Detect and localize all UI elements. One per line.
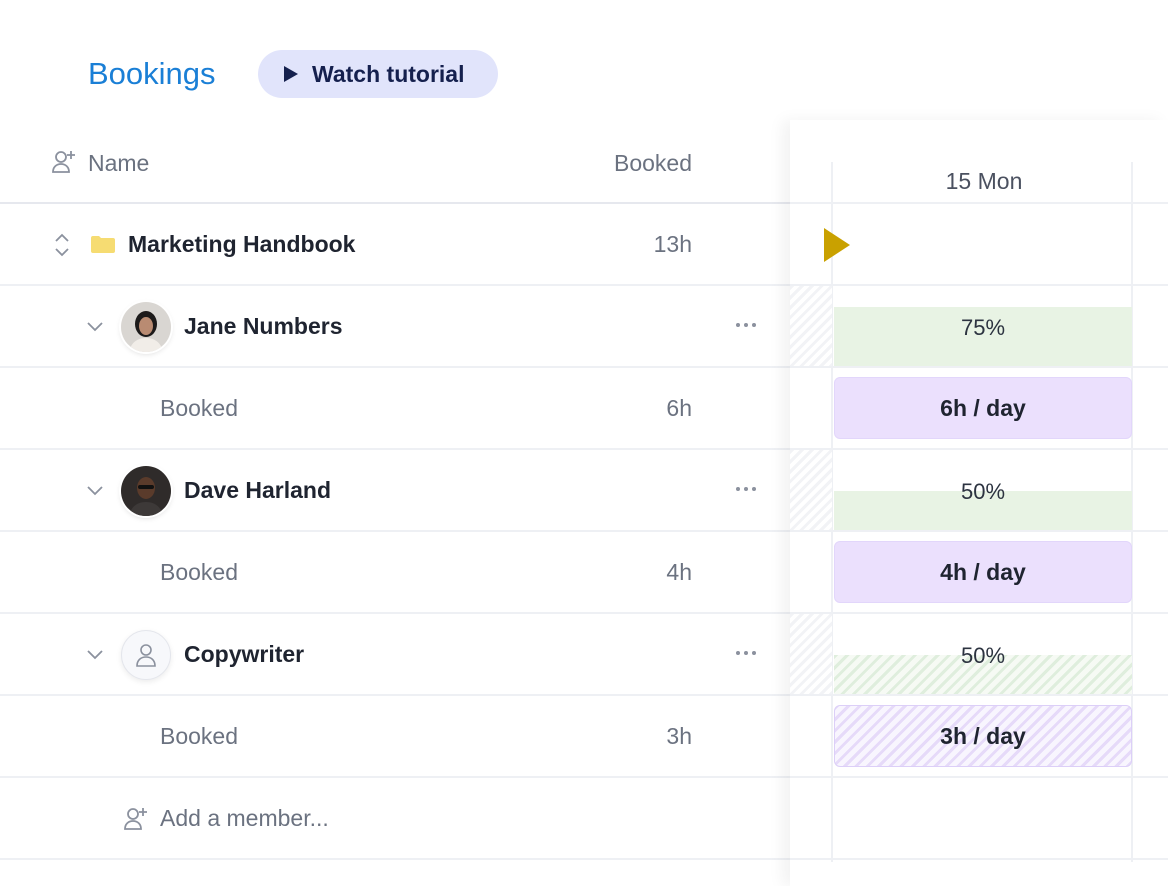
project-start-flag-icon[interactable] bbox=[824, 228, 850, 262]
booked-label: Booked bbox=[160, 723, 239, 749]
timeline-divider bbox=[790, 366, 1168, 368]
booked-column-header[interactable]: Booked bbox=[614, 150, 692, 177]
folder-icon bbox=[90, 234, 116, 259]
watch-tutorial-label: Watch tutorial bbox=[312, 60, 465, 87]
timeline-divider bbox=[790, 612, 1168, 614]
member-row[interactable]: Jane Numbers bbox=[0, 286, 790, 368]
project-hours: 13h bbox=[653, 231, 692, 257]
member-name[interactable]: Jane Numbers bbox=[184, 286, 343, 366]
bookings-table: Name Booked Marketing Handbook 13h Jane … bbox=[0, 120, 790, 886]
project-row[interactable]: Marketing Handbook 13h bbox=[0, 204, 790, 286]
person-icon bbox=[136, 644, 156, 667]
timeline: 15 Mon 75% 6h / day 50% 4h / day 50% 3h … bbox=[790, 120, 1168, 886]
placeholder-avatar bbox=[121, 630, 171, 680]
chevron-down-icon[interactable] bbox=[86, 481, 104, 504]
page-title: Bookings bbox=[88, 56, 216, 91]
add-user-icon[interactable] bbox=[50, 148, 78, 181]
booked-hours: 3h bbox=[666, 723, 692, 749]
booking-bar[interactable]: 6h / day bbox=[834, 377, 1132, 439]
timeline-divider bbox=[790, 284, 1168, 286]
avatar bbox=[121, 302, 171, 352]
member-row[interactable]: Copywriter bbox=[0, 614, 790, 696]
more-options-icon[interactable] bbox=[736, 487, 756, 491]
timeline-divider bbox=[790, 776, 1168, 778]
add-member-row[interactable]: Add a member... bbox=[0, 778, 790, 860]
non-working-area bbox=[790, 286, 832, 368]
booked-hours: 6h bbox=[666, 395, 692, 421]
name-column-header[interactable]: Name bbox=[88, 150, 149, 177]
avatar bbox=[121, 466, 171, 516]
expand-collapse-icon[interactable] bbox=[52, 231, 72, 264]
timeline-divider bbox=[790, 448, 1168, 450]
watch-tutorial-button[interactable]: Watch tutorial bbox=[258, 50, 498, 98]
add-member-input[interactable]: Add a member... bbox=[160, 778, 329, 858]
booked-row[interactable]: Booked 3h bbox=[0, 696, 790, 778]
project-name[interactable]: Marketing Handbook bbox=[128, 204, 355, 284]
day-header: 15 Mon bbox=[945, 168, 1023, 194]
timeline-divider bbox=[790, 694, 1168, 696]
booked-hours: 4h bbox=[666, 559, 692, 585]
booked-label: Booked bbox=[160, 559, 239, 585]
booked-label: Booked bbox=[160, 395, 239, 421]
capacity-label: 50% bbox=[960, 643, 1006, 668]
capacity-label: 75% bbox=[960, 315, 1006, 340]
capacity-label: 50% bbox=[960, 479, 1006, 504]
member-name[interactable]: Dave Harland bbox=[184, 450, 331, 530]
member-name[interactable]: Copywriter bbox=[184, 614, 304, 694]
chevron-down-icon[interactable] bbox=[86, 317, 104, 340]
tentative-booking-bar[interactable]: 3h / day bbox=[834, 705, 1132, 767]
play-icon bbox=[284, 66, 298, 82]
booked-row[interactable]: Booked 4h bbox=[0, 532, 790, 614]
non-working-area bbox=[790, 614, 832, 696]
add-user-icon bbox=[122, 805, 150, 838]
member-row[interactable]: Dave Harland bbox=[0, 450, 790, 532]
booking-bar[interactable]: 4h / day bbox=[834, 541, 1132, 603]
chevron-down-icon[interactable] bbox=[86, 645, 104, 668]
booked-row[interactable]: Booked 6h bbox=[0, 368, 790, 450]
more-options-icon[interactable] bbox=[736, 651, 756, 655]
timeline-divider bbox=[790, 858, 1168, 860]
timeline-divider bbox=[790, 202, 1168, 204]
more-options-icon[interactable] bbox=[736, 323, 756, 327]
timeline-divider bbox=[790, 530, 1168, 532]
table-header: Name Booked bbox=[0, 120, 790, 204]
non-working-area bbox=[790, 450, 832, 532]
